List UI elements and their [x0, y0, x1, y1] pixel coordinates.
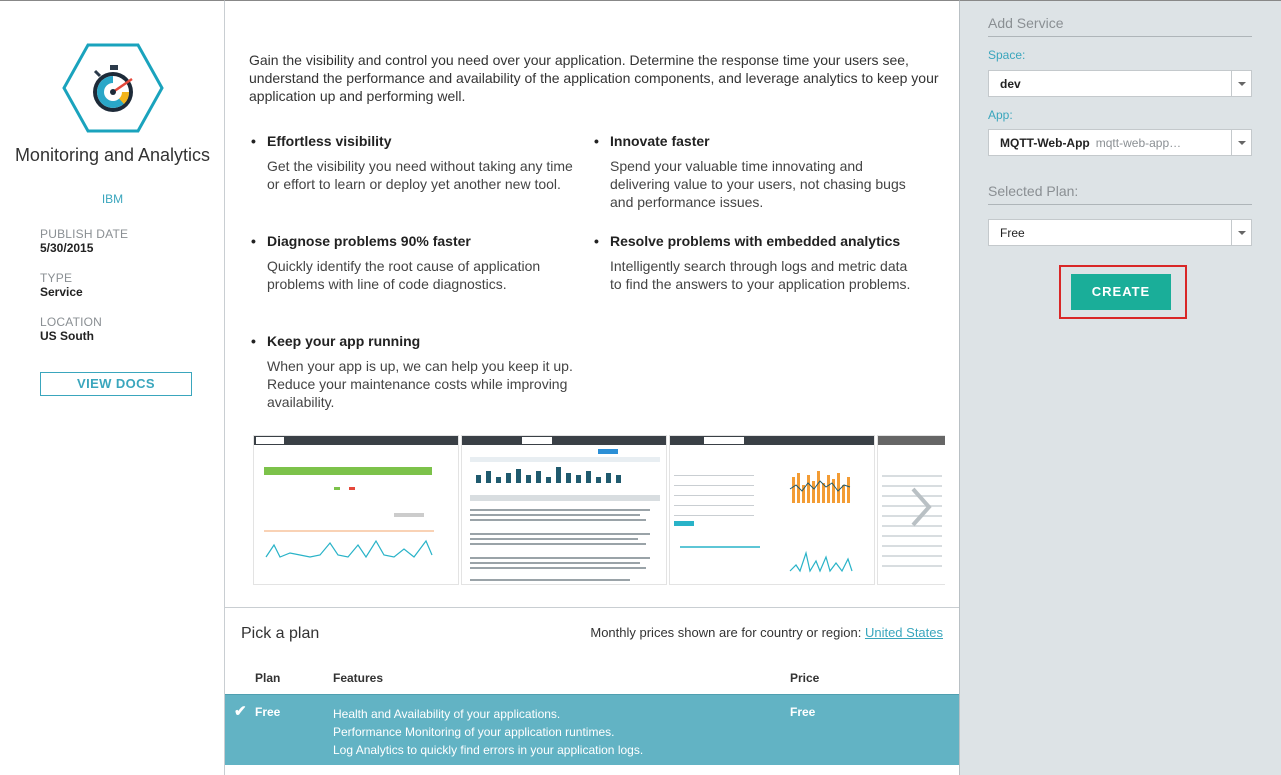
stopwatch-hexagon-icon: [62, 43, 164, 133]
app-select[interactable]: MQTT-Web-App mqtt-web-app…: [988, 129, 1252, 156]
app-route: mqtt-web-app…: [1095, 136, 1182, 150]
add-service-panel: Add Service Space: dev App: MQTT-Web-App…: [959, 0, 1281, 775]
feature-item: Resolve problems with embedded analytics…: [594, 232, 920, 293]
column-header-features: Features: [333, 671, 384, 685]
feature-title: Keep your app running: [251, 332, 577, 350]
plan-value: Free: [1000, 226, 1025, 240]
feature-title: Diagnose problems 90% faster: [251, 232, 577, 250]
type-value: Service: [40, 285, 83, 299]
space-select[interactable]: dev: [988, 70, 1252, 97]
plan-price: Free: [790, 705, 816, 719]
feature-item: Diagnose problems 90% faster Quickly ide…: [251, 232, 577, 293]
feature-desc: Spend your valuable time innovating and …: [610, 158, 906, 210]
service-sidebar: Monitoring and Analytics IBM PUBLISH DAT…: [0, 0, 225, 775]
checkmark-icon: ✔: [234, 703, 247, 720]
feature-desc: Get the visibility you need without taki…: [267, 158, 573, 192]
view-docs-button[interactable]: VIEW DOCS: [40, 372, 192, 396]
feature-desc: Intelligently search through logs and me…: [610, 258, 911, 292]
plan-name: Free: [255, 705, 281, 719]
space-label: Space:: [988, 48, 1026, 62]
service-details: Gain the visibility and control you need…: [225, 0, 959, 775]
create-button[interactable]: CREATE: [1071, 274, 1171, 310]
location-value: US South: [40, 329, 94, 343]
chevron-down-icon: [1231, 130, 1251, 155]
feature-desc: When your app is up, we can help you kee…: [267, 358, 573, 410]
plan-features: Health and Availability of your applicat…: [333, 705, 643, 759]
column-header-price: Price: [790, 671, 820, 685]
plan-row-free[interactable]: ✔ Free Health and Availability of your a…: [225, 694, 959, 765]
feature-title: Innovate faster: [594, 132, 920, 150]
app-value: MQTT-Web-App mqtt-web-app…: [1000, 136, 1181, 150]
plan-feature: Performance Monitoring of your applicati…: [333, 725, 615, 739]
chevron-right-icon[interactable]: [907, 485, 935, 529]
service-intro: Gain the visibility and control you need…: [249, 52, 939, 104]
publish-date-value: 5/30/2015: [40, 241, 94, 255]
feature-item: Effortless visibility Get the visibility…: [251, 132, 577, 193]
type-label: TYPE: [40, 271, 73, 285]
pick-plan-heading: Pick a plan: [241, 625, 320, 642]
location-label: LOCATION: [40, 315, 103, 329]
plan-select[interactable]: Free: [988, 219, 1252, 246]
screenshot-carousel: [253, 435, 945, 587]
feature-desc: Quickly identify the root cause of appli…: [267, 258, 541, 292]
feature-item: Innovate faster Spend your valuable time…: [594, 132, 920, 211]
plan-feature: Log Analytics to quickly find errors in …: [333, 743, 644, 757]
screenshot-thumbnail[interactable]: [253, 435, 459, 585]
plan-feature: Health and Availability of your applicat…: [333, 707, 561, 721]
feature-title: Effortless visibility: [251, 132, 577, 150]
selected-plan-heading: Selected Plan:: [988, 183, 1252, 205]
feature-title: Resolve problems with embedded analytics: [594, 232, 920, 250]
price-note: Monthly prices shown are for country or …: [590, 625, 943, 640]
feature-item: Keep your app running When your app is u…: [251, 332, 577, 411]
create-button-highlight: CREATE: [1059, 265, 1187, 319]
app-label: App:: [988, 108, 1013, 122]
service-title: Monitoring and Analytics: [14, 145, 211, 165]
add-service-heading: Add Service: [988, 15, 1252, 37]
space-value: dev: [1000, 77, 1021, 91]
service-vendor: IBM: [101, 192, 124, 206]
app-name: MQTT-Web-App: [1000, 136, 1090, 150]
chevron-down-icon: [1231, 220, 1251, 245]
screenshot-thumbnail[interactable]: [669, 435, 875, 585]
price-note-text: Monthly prices shown are for country or …: [590, 625, 862, 640]
screenshot-thumbnail[interactable]: [461, 435, 667, 585]
publish-date-label: PUBLISH DATE: [40, 227, 129, 241]
chevron-down-icon: [1231, 71, 1251, 96]
region-link[interactable]: United States: [865, 625, 943, 640]
column-header-plan: Plan: [255, 671, 281, 685]
plan-picker: Pick a plan Monthly prices shown are for…: [225, 607, 959, 775]
